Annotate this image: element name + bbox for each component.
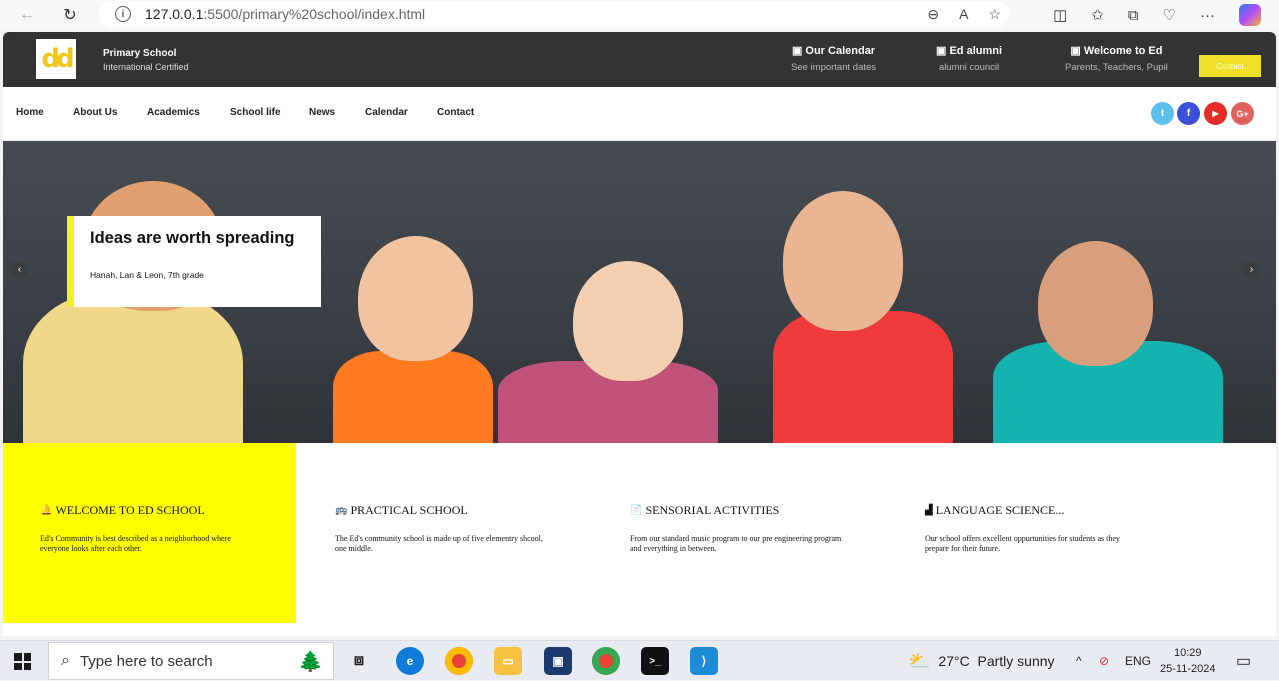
nav-news[interactable]: News bbox=[309, 107, 335, 118]
child-face bbox=[783, 191, 903, 331]
info-welcome[interactable]: ▣ Welcome to Ed Parents, Teachers, Pupil bbox=[1065, 44, 1168, 73]
main-nav: Home About Us Academics School life News… bbox=[3, 87, 1276, 141]
info-calendar[interactable]: ▣ Our Calendar See important dates bbox=[791, 44, 876, 73]
language-indicator[interactable]: ENG bbox=[1125, 641, 1151, 681]
child-face bbox=[1038, 241, 1153, 366]
show-hidden-icons[interactable]: ^ bbox=[1076, 641, 1082, 681]
site-info-icon[interactable]: i bbox=[115, 6, 131, 22]
facebook-icon[interactable]: f bbox=[1177, 102, 1200, 125]
slider-prev-icon[interactable]: ‹ bbox=[11, 261, 28, 278]
url-path: :5500/primary%20school/index.html bbox=[203, 6, 426, 22]
collections-icon[interactable]: ⧉ bbox=[1128, 7, 1139, 24]
search-icon: ⌕ bbox=[61, 652, 70, 669]
url-host: 127.0.0.1 bbox=[145, 6, 204, 22]
nav-home[interactable]: Home bbox=[16, 107, 44, 118]
read-aloud-icon[interactable]: A bbox=[959, 6, 968, 22]
child-shirt-red bbox=[773, 311, 953, 443]
child-shirt-yellow bbox=[23, 291, 243, 443]
file-explorer-icon[interactable]: ▭ bbox=[494, 647, 522, 675]
more-menu-icon[interactable]: ··· bbox=[1200, 7, 1215, 24]
chart-icon: ▟ bbox=[925, 505, 933, 516]
feature-language: ▟ LANGUAGE SCIENCE... Our school offers e… bbox=[925, 503, 1120, 553]
features-row: 🔔 WELCOME TO ED SCHOOL Ed's Community is … bbox=[3, 443, 1276, 623]
contact-button[interactable]: Contact bbox=[1199, 55, 1261, 77]
bus-icon: 🚌 bbox=[335, 505, 348, 516]
web-page: dd Primary School International Certifie… bbox=[3, 32, 1276, 636]
alumni-icon: ▣ bbox=[936, 45, 947, 57]
chrome-profile-icon[interactable] bbox=[592, 647, 620, 675]
weather-widget[interactable]: ⛅ 27°C Partly sunny bbox=[908, 641, 1055, 681]
holiday-tree-icon: 🌲 bbox=[298, 651, 323, 673]
clock[interactable]: 10:29 25-11-2024 bbox=[1160, 641, 1215, 681]
nav-calendar[interactable]: Calendar bbox=[365, 107, 408, 118]
windows-start-icon[interactable] bbox=[14, 653, 31, 670]
split-screen-icon[interactable]: ◫ bbox=[1053, 6, 1067, 24]
school-subtitle: International Certified bbox=[103, 62, 189, 72]
notification-icon[interactable]: ▭ bbox=[1236, 641, 1251, 681]
caption-title: Ideas are worth spreading bbox=[90, 229, 295, 247]
google-plus-icon[interactable]: G+ bbox=[1231, 102, 1254, 125]
welcome-icon: ▣ bbox=[1070, 45, 1081, 57]
child-face bbox=[573, 261, 683, 381]
youtube-icon[interactable]: ▶ bbox=[1204, 102, 1227, 125]
slider-next-icon[interactable]: › bbox=[1243, 261, 1260, 278]
child-shirt-orange bbox=[333, 351, 493, 443]
school-logo[interactable]: dd bbox=[36, 39, 76, 79]
nav-academics[interactable]: Academics bbox=[147, 107, 200, 118]
app-icon[interactable]: ▣ bbox=[544, 647, 572, 675]
calendar-icon: ▣ bbox=[791, 45, 803, 57]
back-icon[interactable]: ← bbox=[14, 2, 40, 28]
taskbar-search[interactable]: ⌕ Type here to search 🌲 bbox=[48, 642, 334, 680]
vscode-icon[interactable]: ⟩ bbox=[690, 647, 718, 675]
refresh-icon[interactable]: ↻ bbox=[57, 2, 83, 28]
nav-about-us[interactable]: About Us bbox=[73, 107, 117, 118]
nav-contact[interactable]: Contact bbox=[437, 107, 474, 118]
bell-icon: 🔔 bbox=[40, 505, 53, 516]
feature-welcome: 🔔 WELCOME TO ED SCHOOL Ed's Community is … bbox=[40, 503, 231, 553]
edge-icon[interactable]: e bbox=[396, 647, 424, 675]
copilot-icon[interactable] bbox=[1239, 4, 1261, 26]
address-bar[interactable]: i 127.0.0.1:5500/primary%20school/index.… bbox=[99, 1, 1009, 27]
feature-practical: 🚌 PRACTICAL SCHOOL The Ed's community sch… bbox=[335, 503, 543, 553]
partly-sunny-icon: ⛅ bbox=[908, 650, 931, 671]
favorites-icon[interactable]: ✩ bbox=[1091, 6, 1104, 24]
zoom-icon[interactable]: ⊖ bbox=[927, 6, 939, 23]
file-icon: 📄 bbox=[630, 505, 643, 516]
browser-toolbar: ← ↻ i 127.0.0.1:5500/primary%20school/in… bbox=[0, 0, 1279, 30]
hero-slider[interactable]: Ideas are worth spreading Hanah, Lan & L… bbox=[3, 141, 1276, 443]
nav-school-life[interactable]: School life bbox=[230, 107, 281, 118]
twitter-icon[interactable]: t bbox=[1151, 102, 1174, 125]
extensions-icon[interactable]: ♡ bbox=[1163, 6, 1176, 24]
top-header: dd Primary School International Certifie… bbox=[3, 32, 1276, 87]
network-icon[interactable]: ⊘ bbox=[1099, 641, 1109, 681]
hero-caption: Ideas are worth spreading Hanah, Lan & L… bbox=[67, 216, 321, 307]
favorite-star-icon[interactable]: ☆ bbox=[988, 6, 1001, 23]
caption-subtitle: Hanah, Lan & Leon, 7th grade bbox=[90, 270, 204, 280]
taskbar: ⌕ Type here to search 🌲 ⧈ e ▭ ▣ >_ ⟩ ⛅ 2… bbox=[0, 640, 1279, 680]
terminal-icon[interactable]: >_ bbox=[641, 647, 669, 675]
feature-sensorial: 📄 SENSORIAL ACTIVITIES From our standard … bbox=[630, 503, 842, 553]
task-view-icon[interactable]: ⧈ bbox=[345, 647, 373, 675]
chrome-icon[interactable] bbox=[445, 647, 473, 675]
info-alumni[interactable]: ▣ Ed alumni alumni council bbox=[936, 44, 1002, 73]
school-name: Primary School bbox=[103, 48, 177, 59]
child-face bbox=[358, 236, 473, 361]
